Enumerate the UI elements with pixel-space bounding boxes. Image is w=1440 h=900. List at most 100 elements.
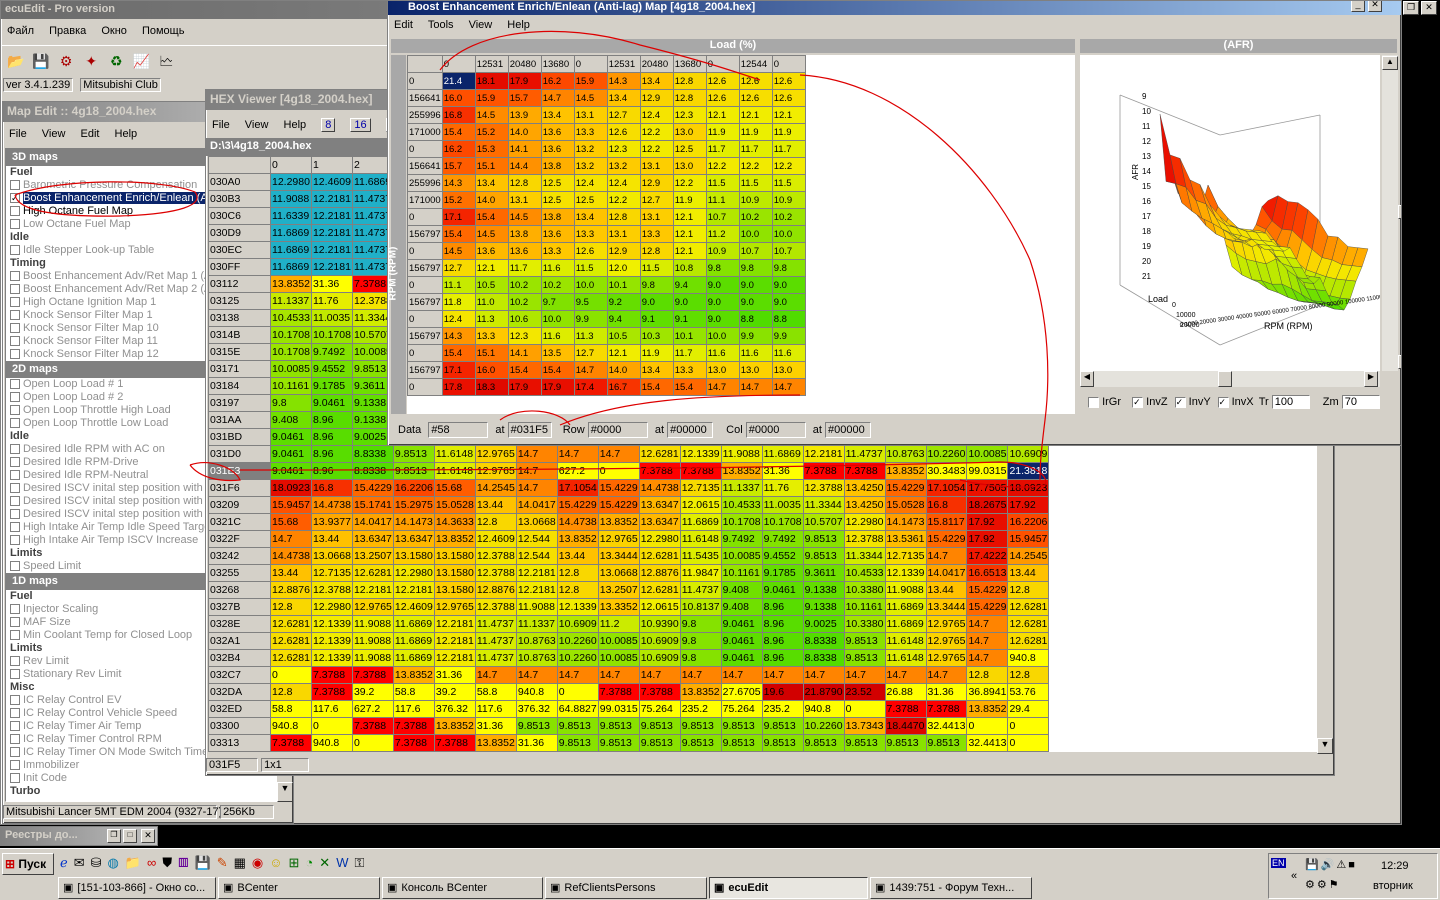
map-cell[interactable]: 13.1 — [507, 191, 542, 209]
hex-cell[interactable]: 8.96 — [761, 615, 804, 633]
hex-cell[interactable]: 15.4229 — [884, 479, 927, 497]
map-cell[interactable]: 12.8 — [606, 208, 641, 226]
hex-cell[interactable]: 9.1338 — [802, 581, 845, 599]
boost-close-button[interactable]: ✕ — [1368, 1, 1382, 12]
map-cell[interactable]: 12.4 — [639, 106, 674, 124]
hex-cell[interactable]: 0 — [597, 462, 640, 480]
hex-cell[interactable]: 12.4609 — [474, 530, 517, 548]
map-cell[interactable]: 13.0 — [771, 361, 806, 379]
hex-cell[interactable]: 14.7 — [679, 666, 722, 684]
rpm-axis-cell[interactable]: 156797 — [407, 225, 443, 243]
hex-cell[interactable]: 12.3788 — [474, 564, 517, 582]
hex-cell[interactable]: 12.9765 — [474, 445, 517, 463]
map-cell[interactable]: 14.0 — [606, 361, 641, 379]
hex-cell[interactable]: 17.1054 — [925, 479, 968, 497]
hex-cell[interactable]: 39.2 — [351, 683, 394, 701]
irgr-checkbox[interactable]: IrGr — [1088, 396, 1121, 408]
hex-cell[interactable]: 10.0085 — [966, 445, 1009, 463]
map-cell[interactable]: 15.4 — [441, 123, 476, 141]
menu-edit[interactable]: Правка — [49, 25, 86, 37]
map-cell[interactable]: 12.1 — [672, 225, 707, 243]
map-cell[interactable]: 12.2 — [738, 157, 773, 175]
hex-cell[interactable]: 17.92 — [966, 530, 1009, 548]
hex-cell[interactable]: 11.5435 — [679, 547, 722, 565]
map-cell[interactable]: 9.8 — [705, 259, 740, 277]
map-cell[interactable]: 15.4 — [507, 361, 542, 379]
map-cell[interactable]: 12.6 — [573, 242, 608, 260]
map-cell[interactable]: 12.3 — [507, 327, 542, 345]
hex-cell[interactable]: 15.4229 — [597, 496, 640, 514]
map-cell[interactable]: 9.7 — [540, 293, 575, 311]
map-cell[interactable]: 10.3 — [639, 327, 674, 345]
hex-cell[interactable]: 7.3788 — [638, 462, 681, 480]
rpm-axis-cell[interactable]: 0 — [407, 208, 443, 226]
hex-cell[interactable]: 10.2260 — [556, 649, 599, 667]
hex-cell[interactable]: 15.4229 — [351, 479, 394, 497]
hex-cell[interactable]: 11.9088 — [270, 190, 312, 208]
map-cell[interactable]: 15.4 — [441, 344, 476, 362]
hex-cell[interactable]: 58.8 — [392, 683, 435, 701]
hex-cell[interactable]: 9.8 — [679, 632, 722, 650]
map-cell[interactable]: 12.6 — [771, 72, 806, 90]
hex-cell[interactable]: 9.8513 — [720, 734, 763, 752]
hex-cell[interactable]: 11.6148 — [884, 632, 927, 650]
hex-cell[interactable]: 9.408 — [720, 581, 763, 599]
hex-cell[interactable]: 14.0417 — [925, 564, 968, 582]
map-cell[interactable]: 16.2 — [441, 140, 476, 158]
hex-address[interactable]: 0327B — [208, 598, 271, 616]
hex-cell[interactable]: 11.9088 — [884, 581, 927, 599]
hex-cell[interactable]: 12.8 — [270, 598, 312, 616]
hex-cell[interactable]: 12.9765 — [351, 598, 394, 616]
taskbar-button[interactable]: ▣ RefClientsPersons — [545, 877, 707, 899]
hex-cell[interactable]: 10.8763 — [515, 649, 558, 667]
hex-cell[interactable]: 14.4738 — [556, 513, 599, 531]
data-value-field[interactable]: #58 — [428, 422, 489, 438]
hex-cell[interactable]: 31.36 — [515, 734, 558, 752]
hex-cell[interactable]: 75.264 — [720, 700, 763, 718]
hex-cell[interactable]: 15.4229 — [966, 581, 1009, 599]
hex-cell[interactable]: 7.3788 — [392, 734, 435, 752]
hex-cell[interactable]: 12.8 — [1007, 666, 1050, 684]
map-cell[interactable]: 13.2 — [573, 140, 608, 158]
hex-cell[interactable]: 32.4413 — [966, 734, 1009, 752]
map-cell[interactable]: 12.6 — [705, 72, 740, 90]
hex-cell[interactable]: 9.8513 — [515, 717, 558, 735]
map-cell[interactable]: 13.4 — [573, 208, 608, 226]
hex-cell[interactable]: 9.0461 — [720, 649, 763, 667]
hex-address[interactable]: 03125 — [208, 292, 271, 310]
hex-cell[interactable]: 8.96 — [310, 411, 353, 429]
hex-cell[interactable]: 12.8876 — [638, 564, 681, 582]
map-cell[interactable]: 16.0 — [474, 361, 509, 379]
hex-address[interactable]: 031D0 — [208, 445, 271, 463]
hex-cell[interactable]: 12.9765 — [925, 632, 968, 650]
map-cell[interactable]: 10.0 — [573, 276, 608, 294]
hex-cell[interactable]: 12.1339 — [884, 564, 927, 582]
hex-address[interactable]: 03268 — [208, 581, 271, 599]
tree-checkbox[interactable] — [10, 695, 20, 706]
hex-cell[interactable]: 11.6148 — [679, 530, 722, 548]
hex-cell[interactable]: 30.3483 — [925, 462, 968, 480]
hex-cell[interactable]: 12.2181 — [310, 207, 353, 225]
hex-cell[interactable]: 9.8513 — [392, 462, 435, 480]
hex-cell[interactable]: 17.92 — [1007, 496, 1050, 514]
map-cell[interactable]: 17.4 — [573, 378, 608, 396]
hex-cell[interactable]: 14.4738 — [638, 479, 681, 497]
map-cell[interactable]: 13.2 — [573, 157, 608, 175]
map-cell[interactable]: 13.3 — [573, 123, 608, 141]
hex-cell[interactable]: 12.6281 — [1007, 632, 1050, 650]
hex-address[interactable]: 031E3 — [208, 462, 271, 480]
map-cell[interactable]: 10.9 — [771, 191, 806, 209]
hex-address[interactable]: 03209 — [208, 496, 271, 514]
invz-checkbox[interactable]: ✓ InvZ — [1132, 396, 1168, 408]
hex-cell[interactable]: 12.2980 — [310, 598, 353, 616]
map-cell[interactable]: 12.4 — [441, 310, 476, 328]
surface-chart[interactable]: 9 10 11 12 13 14 15 16 17 18 19 20 21 0 10000 20000 0 10… — [1080, 55, 1387, 371]
map-cell[interactable]: 12.3 — [606, 140, 641, 158]
book-icon[interactable]: ▥ — [178, 855, 194, 870]
map-cell[interactable]: 12.6 — [705, 89, 740, 107]
rpm-axis-cell[interactable]: 171000 — [407, 191, 443, 209]
hex-cell[interactable]: 13.1580 — [433, 581, 476, 599]
hex-cell[interactable]: 11.9088 — [515, 598, 558, 616]
zm-spinner[interactable]: 70 — [1341, 395, 1380, 409]
hex-cell[interactable]: 11.6869 — [761, 445, 804, 463]
